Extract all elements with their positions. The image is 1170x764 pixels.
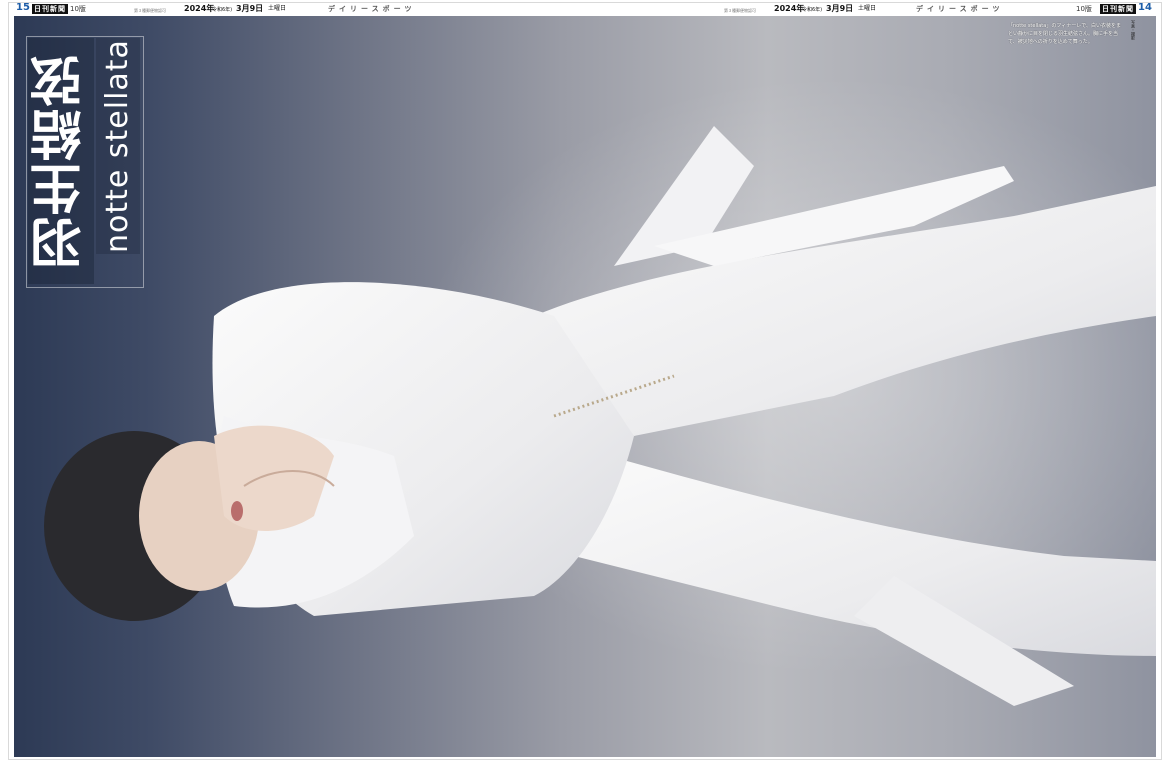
title-japanese: 羽生結弦 [30, 53, 91, 269]
right-postal-note: 第３種郵便物認可 [724, 8, 756, 13]
left-page-number: 15 [16, 2, 30, 13]
left-masthead: デイリースポーツ [328, 5, 416, 13]
right-page-number: 14 [1138, 2, 1152, 13]
right-newspaper-badge: 日刊新聞 [1100, 4, 1136, 14]
right-edition: 10版 [1076, 5, 1092, 13]
side-note-text: 写真・撮影 [1131, 20, 1136, 40]
title-english-box: notte stellata [96, 38, 140, 254]
left-edition: 10版 [70, 5, 86, 13]
feature-photo [14, 16, 1156, 757]
side-note: 写真・撮影 [1130, 20, 1154, 60]
right-masthead: デイリースポーツ [916, 5, 1004, 13]
title-english: notte stellata [100, 39, 135, 253]
caption-text: 「notte stellata」のフィナーレで、白い衣装をまとい静かに目を閉じる… [1008, 23, 1122, 45]
newspaper-spread: 15 日刊新聞 10版 第３種郵便物認可 2024年 (令和6年) 3月9日 土… [0, 0, 1170, 764]
left-weekday: 土曜日 [268, 5, 287, 12]
left-date-day: 3月9日 [236, 4, 264, 13]
title-japanese-box: 羽生結弦 [28, 38, 94, 284]
right-date-era: (令和6年) [800, 7, 823, 13]
left-postal-note: 第３種郵便物認可 [134, 8, 166, 13]
skater-illustration [44, 76, 1156, 706]
right-date-day: 3月9日 [826, 4, 854, 13]
left-date-era: (令和6年) [210, 7, 233, 13]
right-weekday: 土曜日 [858, 5, 877, 12]
page-header: 15 日刊新聞 10版 第３種郵便物認可 2024年 (令和6年) 3月9日 土… [12, 2, 1158, 16]
photo-caption: 「notte stellata」のフィナーレで、白い衣装をまとい静かに目を閉じる… [1008, 22, 1122, 118]
left-newspaper-badge: 日刊新聞 [32, 4, 68, 14]
